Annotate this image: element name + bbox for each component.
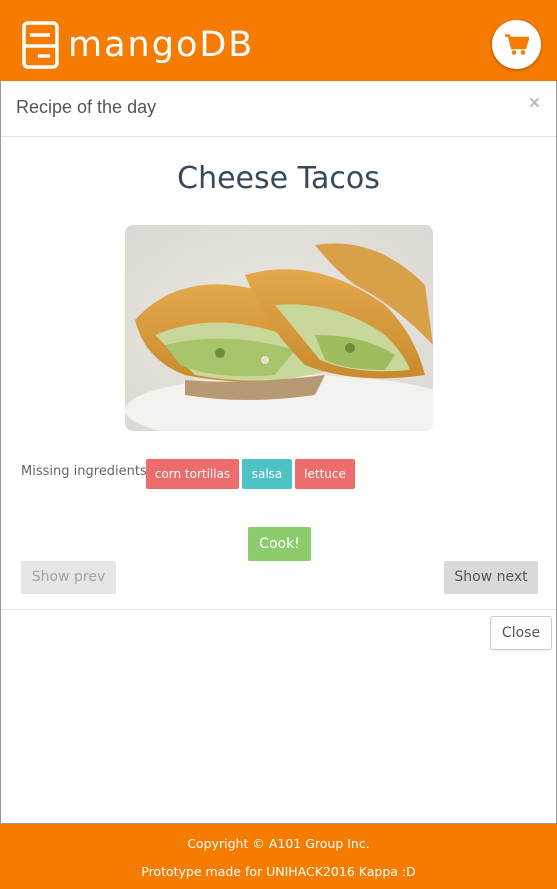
close-button[interactable]: Close <box>490 616 552 650</box>
cart-button[interactable] <box>492 20 541 69</box>
recipe-image <box>125 225 433 431</box>
show-next-button[interactable]: Show next <box>444 561 538 594</box>
close-icon[interactable]: × <box>529 93 540 115</box>
fridge-icon <box>22 21 59 69</box>
modal-title: Recipe of the day <box>16 97 157 117</box>
copyright-text: Copyright © A101 Group Inc. <box>187 836 370 851</box>
prototype-text: Prototype made for UNIHACK2016 Kappa :D <box>141 864 416 879</box>
brand[interactable]: mangoDB <box>22 21 254 69</box>
ingredient-badge-salsa[interactable]: salsa <box>242 459 292 489</box>
page-footer: Copyright © A101 Group Inc. Prototype ma… <box>0 824 557 889</box>
shopping-cart-icon <box>504 33 529 55</box>
show-prev-button[interactable]: Show prev <box>21 561 116 594</box>
navbar: mangoDB <box>0 0 557 81</box>
ingredient-badge-corn-tortillas[interactable]: corn tortillas <box>146 459 239 489</box>
recipe-name: Cheese Tacos <box>177 161 380 196</box>
modal-footer-divider <box>1 609 556 610</box>
recipe-modal: Recipe of the day × Cheese Tacos Missing… <box>0 81 557 824</box>
cook-button[interactable]: Cook! <box>248 527 311 561</box>
ingredient-badge-lettuce[interactable]: lettuce <box>295 459 355 489</box>
brand-name: mangoDB <box>68 25 255 65</box>
modal-header: Recipe of the day × <box>1 81 556 137</box>
missing-ingredients-label: Missing ingredients: <box>21 464 152 479</box>
